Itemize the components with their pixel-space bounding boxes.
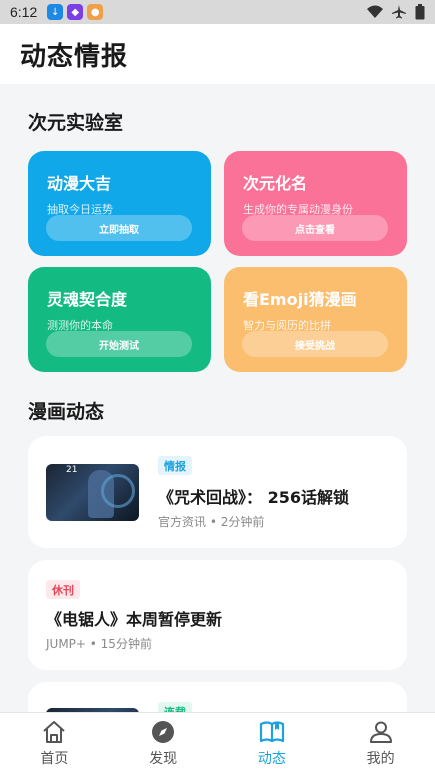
news-item[interactable]: 连载: [28, 682, 407, 712]
news-item[interactable]: 21 情报 《咒术回战》： 256话解锁 官方资讯 • 2分钟前: [28, 436, 407, 548]
card-title: 次元化名: [243, 174, 308, 193]
news-tag: 休刊: [46, 580, 80, 599]
page-title: 动态情报: [20, 42, 129, 72]
news-title: 《咒术回战》： 256话解锁: [158, 488, 349, 507]
home-icon: [43, 720, 66, 743]
card-title: 灵魂契合度: [47, 290, 128, 309]
tab-label: 我的: [366, 750, 395, 767]
card-title: 动漫大吉: [47, 174, 112, 193]
bottom-tab-bar: 首页 发现 动态 我的: [0, 712, 435, 773]
tab-profile[interactable]: 我的: [326, 713, 435, 773]
user-icon: [369, 721, 392, 743]
card-emoji-guess[interactable]: 看Emoji猜漫画 智力与阅历的比拼 接受挑战: [224, 267, 407, 372]
draw-now-button[interactable]: 立即抽取: [46, 215, 192, 241]
tab-label: 发现: [149, 750, 178, 767]
card-anime-fortune[interactable]: 动漫大吉 抽取今日运势 立即抽取: [28, 151, 211, 256]
airplane-icon: [392, 5, 406, 19]
book-icon: [259, 720, 284, 742]
tab-label: 首页: [40, 750, 69, 767]
tab-discover[interactable]: 发现: [109, 713, 218, 773]
accept-challenge-button[interactable]: 接受挑战: [242, 331, 388, 357]
status-time: 6:12: [10, 4, 38, 20]
card-soul-match[interactable]: 灵魂契合度 测测你的本命 开始测试: [28, 267, 211, 372]
tab-feed[interactable]: 动态: [218, 713, 327, 773]
news-section-title: 漫画动态: [28, 401, 105, 423]
view-button[interactable]: 点击查看: [242, 215, 388, 241]
news-meta: 官方资讯 • 2分钟前: [158, 515, 265, 529]
news-item[interactable]: 休刊 《电锯人》本周暂停更新 JUMP+ • 15分钟前: [28, 560, 407, 670]
battery-icon: [415, 4, 425, 20]
status-bar: 6:12 ↓ ◆ ●: [0, 0, 435, 24]
news-thumbnail: 21: [46, 464, 139, 521]
thumbnail-label: 21: [66, 465, 78, 475]
app-icon: ◆: [67, 4, 84, 20]
card-title: 看Emoji猜漫画: [243, 290, 357, 309]
news-tag: 连载: [158, 702, 192, 712]
lab-section-title: 次元实验室: [28, 112, 124, 134]
page-header: 动态情报: [0, 24, 435, 84]
news-meta: JUMP+ • 15分钟前: [46, 637, 152, 651]
wifi-icon: [367, 5, 383, 18]
app2-icon: ●: [87, 4, 104, 20]
news-title: 《电锯人》本周暂停更新: [46, 610, 223, 629]
compass-icon: [152, 720, 175, 743]
tab-home[interactable]: 首页: [0, 713, 109, 773]
tab-label: 动态: [257, 750, 286, 767]
card-anime-alias[interactable]: 次元化名 生成你的专属动漫身份 点击查看: [224, 151, 407, 256]
news-tag: 情报: [158, 456, 192, 475]
download-icon: ↓: [47, 4, 64, 20]
start-test-button[interactable]: 开始测试: [46, 331, 192, 357]
main-content[interactable]: 次元实验室 动漫大吉 抽取今日运势 立即抽取 次元化名 生成你的专属动漫身份 点…: [0, 84, 435, 712]
